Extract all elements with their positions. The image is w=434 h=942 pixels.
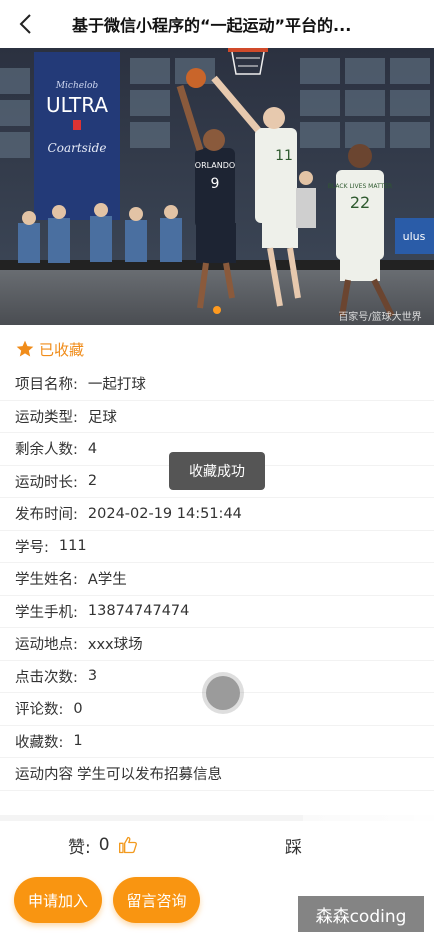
- floating-touch-button[interactable]: [206, 676, 240, 710]
- jersey-team-left: ORLANDO: [195, 161, 235, 170]
- detail-key: 运动内容: [15, 767, 73, 784]
- detail-value: 111: [58, 538, 87, 555]
- blurred-overlay: [303, 800, 434, 890]
- detail-key: 评论数:: [15, 702, 64, 719]
- detail-row-favorites: 收藏数: 1: [0, 726, 434, 758]
- carousel-indicator[interactable]: [213, 306, 221, 314]
- detail-value: 2: [87, 473, 98, 490]
- favorite-label: 已收藏: [39, 340, 85, 359]
- detail-value: 一起打球: [87, 377, 146, 394]
- detail-row-location: 运动地点: xxx球场: [0, 628, 434, 661]
- detail-key: 运动时长:: [15, 474, 78, 491]
- detail-key: 学号:: [15, 539, 49, 556]
- detail-key: 学生手机:: [15, 604, 78, 621]
- detail-value: 0: [73, 700, 83, 717]
- detail-list: 项目名称: 一起打球 运动类型: 足球 剩余人数: 4 运动时长: 2 发布时间…: [0, 368, 434, 791]
- message-consult-button[interactable]: 留言咨询: [113, 877, 200, 923]
- side-sign: ulus: [403, 230, 426, 243]
- banner-brand: Michelob: [55, 81, 99, 91]
- detail-value: 学生可以发布招募信息: [77, 767, 222, 784]
- detail-value: 足球: [87, 409, 117, 426]
- detail-key: 运动类型:: [15, 409, 78, 426]
- detail-row-student-phone: 学生手机: 13874747474: [0, 596, 434, 628]
- jersey-number-mid: 11: [275, 148, 293, 164]
- image-credit: 百家号/篮球大世界: [338, 310, 421, 323]
- detail-key: 点击次数:: [15, 669, 78, 686]
- detail-row-content: 运动内容 学生可以发布招募信息: [0, 758, 434, 791]
- star-icon: [16, 340, 34, 357]
- detail-value: A学生: [87, 572, 127, 589]
- thumbs-up-icon: [118, 836, 137, 854]
- watermark: 森森coding: [298, 896, 424, 932]
- detail-key: 项目名称:: [15, 377, 78, 394]
- favorite-toggle[interactable]: 已收藏: [15, 336, 84, 362]
- dislike-button[interactable]: 踩: [285, 832, 302, 858]
- apply-join-button[interactable]: 申请加入: [14, 877, 102, 923]
- chevron-left-icon: [19, 14, 31, 34]
- detail-key: 发布时间:: [15, 507, 78, 524]
- detail-key: 剩余人数:: [15, 442, 78, 459]
- top-bar: 基于微信小程序的“一起运动”平台的...: [0, 0, 434, 49]
- detail-row-student-name: 学生姓名: A学生: [0, 563, 434, 596]
- toast-message: 收藏成功: [169, 452, 265, 490]
- back-button[interactable]: [12, 10, 38, 38]
- jersey-number-right: 22: [350, 193, 370, 212]
- banner-sub: Coartside: [48, 141, 107, 155]
- page-title: 基于微信小程序的“一起运动”平台的...: [72, 16, 352, 35]
- like-count: 0: [98, 835, 110, 855]
- jersey-number-left: 9: [211, 176, 220, 192]
- detail-key: 学生姓名:: [15, 572, 78, 589]
- detail-key: 运动地点:: [15, 637, 78, 654]
- detail-value: 13874747474: [87, 603, 190, 620]
- detail-key: 收藏数:: [15, 734, 64, 751]
- like-button[interactable]: 赞: 0: [68, 832, 138, 858]
- detail-value: 3: [87, 668, 98, 685]
- like-label: 赞:: [68, 837, 91, 858]
- jersey-team-right: BLACK LIVES MATTER: [328, 183, 392, 190]
- detail-row-publish-time: 发布时间: 2024-02-19 14:51:44: [0, 498, 434, 531]
- detail-value: 4: [87, 440, 98, 457]
- detail-value: xxx球场: [87, 637, 143, 654]
- detail-row-student-id: 学号: 111: [0, 531, 434, 563]
- detail-row-project-name: 项目名称: 一起打球: [0, 368, 434, 401]
- detail-value: 2024-02-19 14:51:44: [87, 505, 242, 522]
- dislike-label: 踩: [285, 837, 302, 858]
- detail-value: 1: [73, 733, 83, 750]
- banner-title: ULTRA: [46, 93, 108, 117]
- detail-row-sport-type: 运动类型: 足球: [0, 401, 434, 433]
- hero-image: Michelob ULTRA Coartside ORLANDO 9 11 BL…: [0, 48, 434, 325]
